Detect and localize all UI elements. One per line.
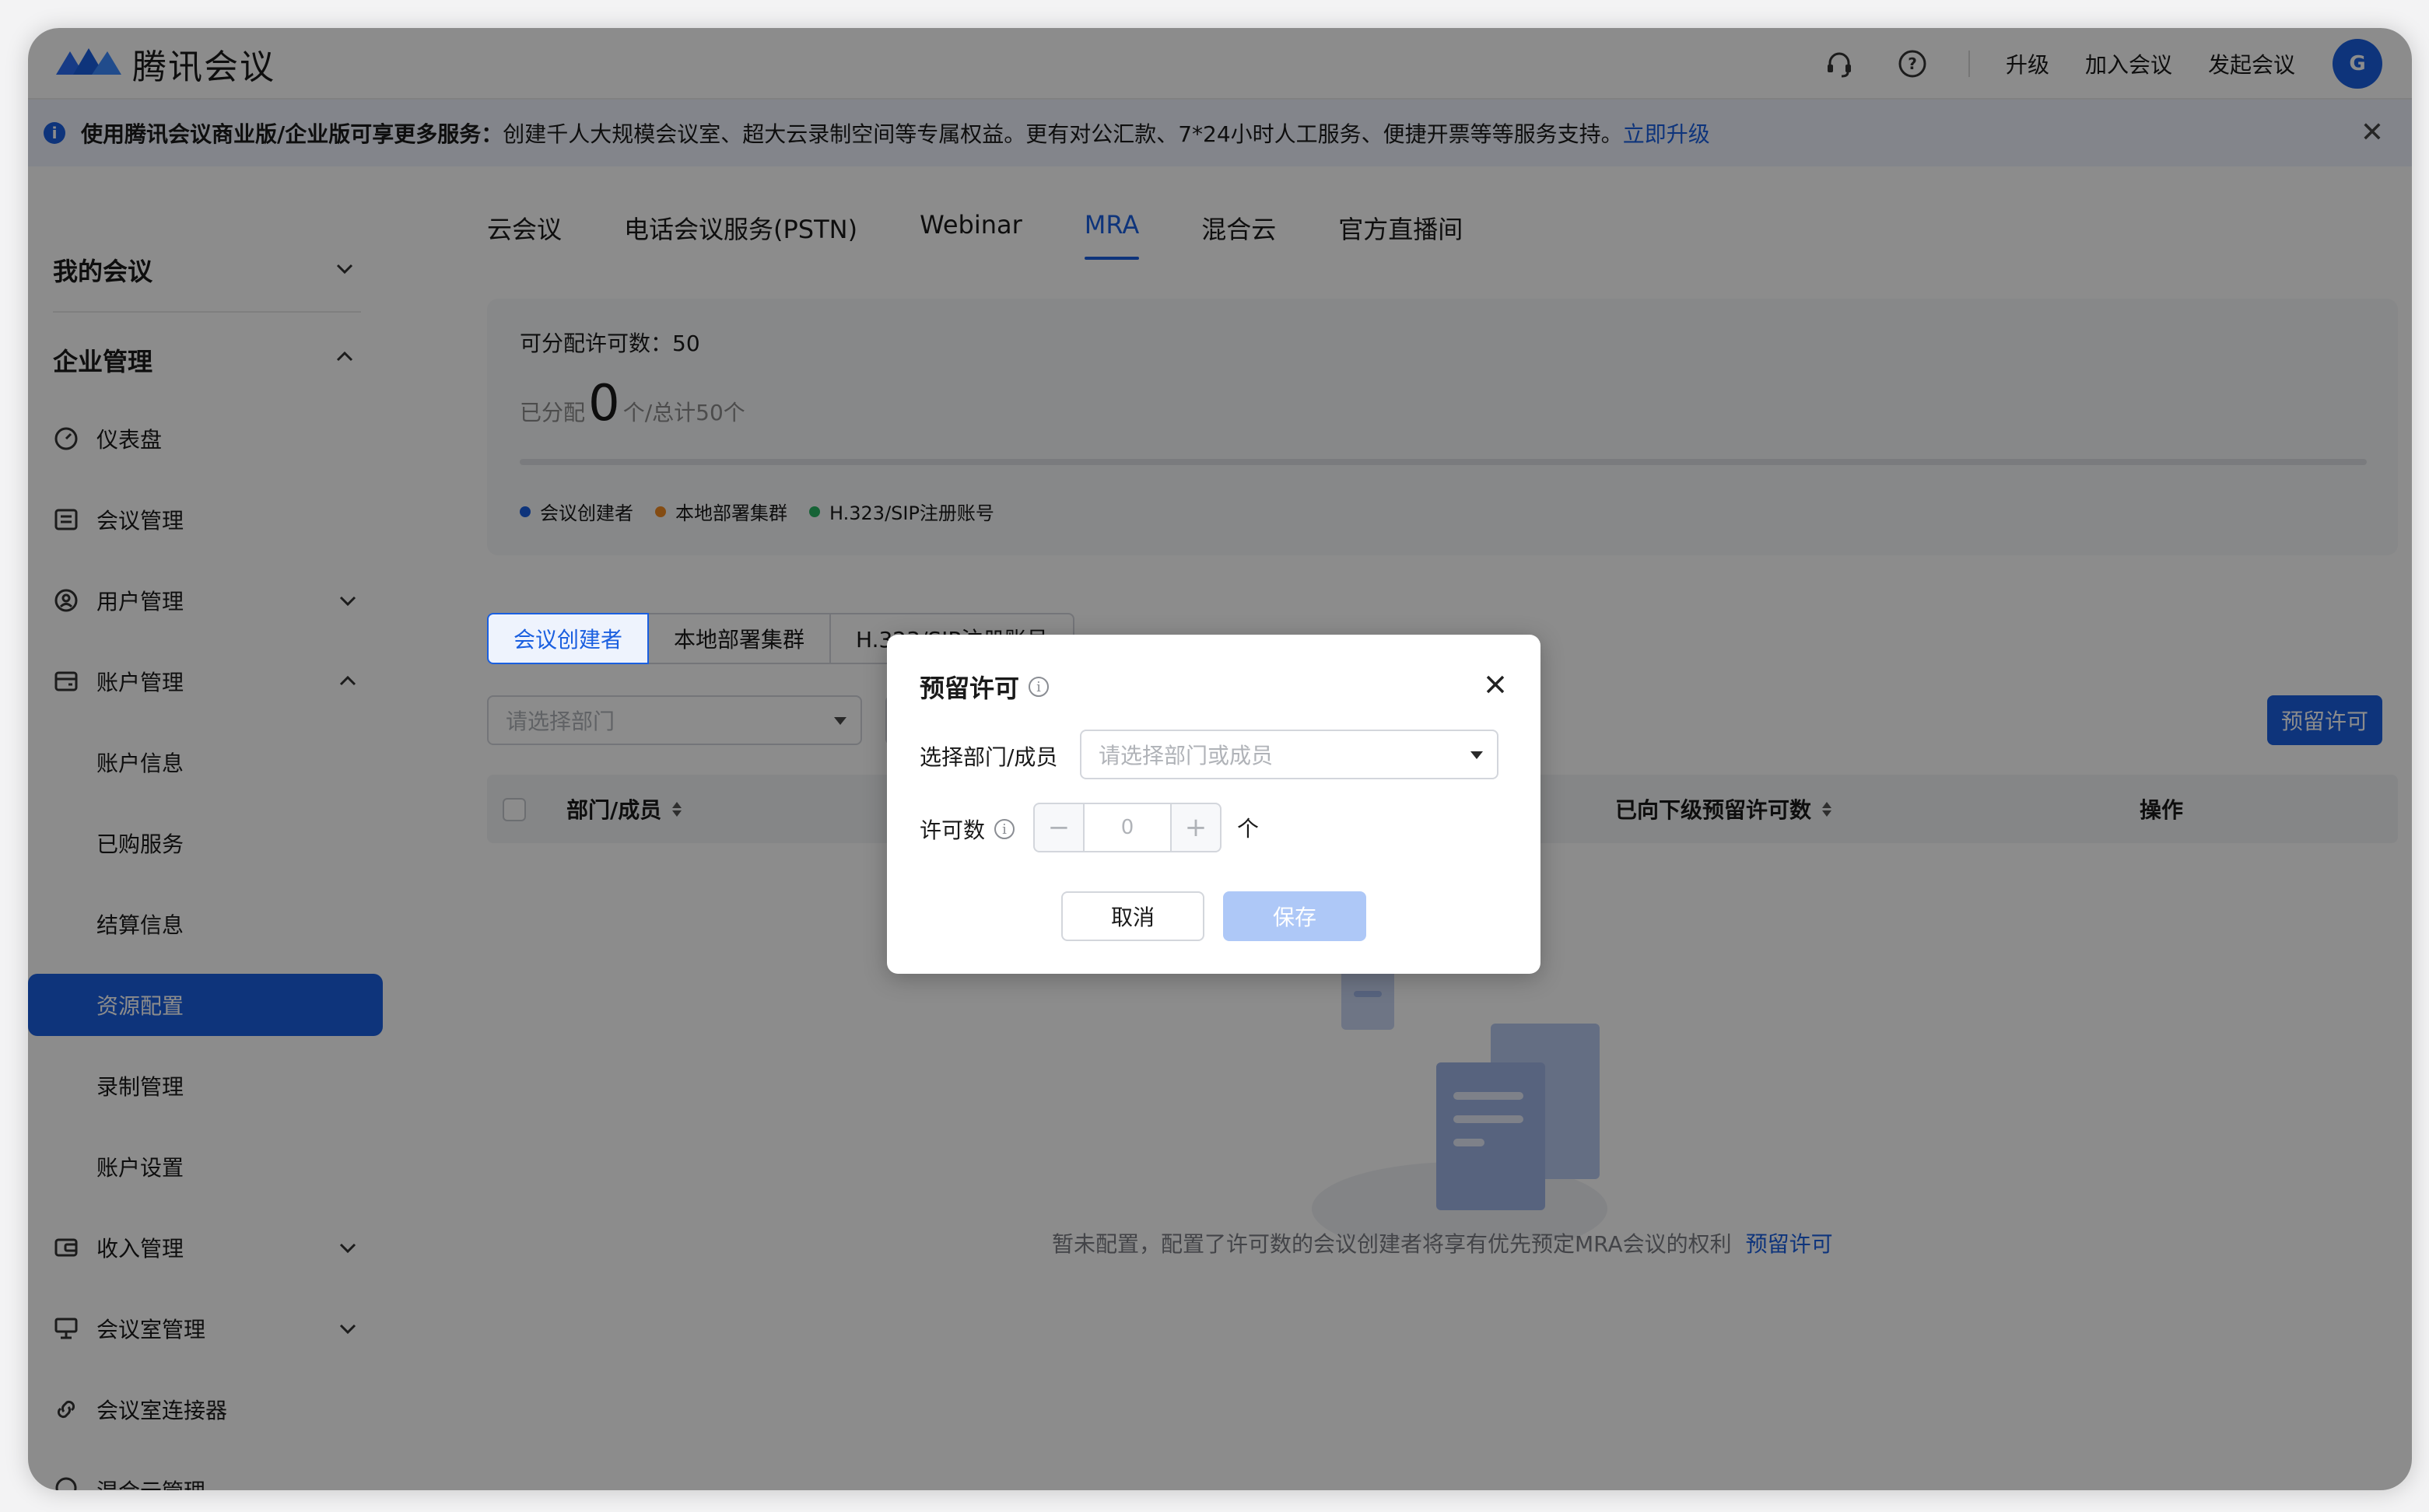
cancel-button[interactable]: 取消 <box>1061 891 1204 941</box>
select-member-label: 选择部门/成员 <box>920 744 1058 770</box>
info-icon[interactable]: i <box>994 819 1015 839</box>
dept-member-select[interactable]: 请选择部门或成员 <box>1080 730 1498 779</box>
save-button[interactable]: 保存 <box>1223 891 1366 941</box>
license-count-stepper: − 0 + <box>1033 803 1222 852</box>
dialog-title: 预留许可 i <box>920 669 1050 705</box>
dept-member-select-placeholder: 请选择部门或成员 <box>1099 743 1274 768</box>
increment-button[interactable]: + <box>1172 804 1220 851</box>
license-count-input[interactable]: 0 <box>1083 804 1172 851</box>
decrement-button[interactable]: − <box>1035 804 1083 851</box>
license-count-label: 许可数 i <box>920 814 1015 845</box>
reserve-license-dialog: 预留许可 i 选择部门/成员 请选择部门或成员 许可数 i − 0 + 个 取消… <box>887 635 1540 974</box>
dialog-title-text: 预留许可 <box>920 674 1020 703</box>
app-window: 腾讯会议 ? 升级 加入会议 发起会议 G i 使用腾讯会议商业版/企业版可享更… <box>28 28 2412 1490</box>
segment-meeting-creator[interactable]: 会议创建者 <box>487 613 650 664</box>
close-icon[interactable] <box>1481 670 1509 698</box>
count-unit: 个 <box>1237 816 1260 842</box>
caret-down-icon <box>1470 751 1483 759</box>
info-icon[interactable]: i <box>1029 677 1050 697</box>
license-count-label-text: 许可数 <box>920 817 986 843</box>
